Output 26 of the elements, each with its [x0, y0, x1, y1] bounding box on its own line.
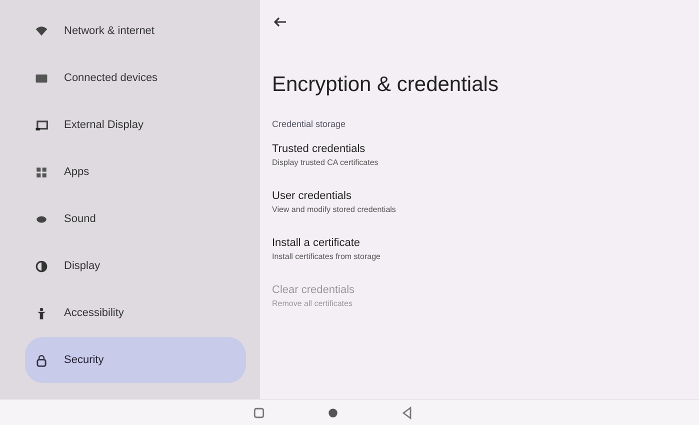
sidebar-item[interactable]: Sound — [25, 196, 246, 242]
person-icon — [35, 306, 48, 320]
preference-summary: Install certificates from storage — [272, 252, 380, 261]
sidebar-item[interactable]: Security — [25, 337, 246, 383]
wifi-icon — [35, 24, 48, 38]
sidebar-item[interactable]: Network & internet — [25, 8, 246, 54]
page-title: Encryption & credentials — [272, 73, 500, 97]
apps-icon — [35, 166, 48, 178]
sidebar-item[interactable]: External Display — [25, 102, 246, 148]
recents-button[interactable] — [252, 406, 266, 420]
sidebar-item[interactable]: Connected devices — [25, 55, 246, 101]
section-header: Credential storage — [272, 119, 347, 129]
sidebar-item[interactable]: Accessibility — [25, 290, 246, 336]
preference-summary: View and modify stored credentials — [272, 205, 396, 214]
preference-summary: Display trusted CA certificates — [272, 158, 378, 167]
cast-icon — [35, 118, 48, 132]
back-button[interactable] — [400, 406, 414, 420]
preference-summary: Remove all certificates — [272, 299, 354, 308]
lock-icon — [35, 354, 48, 366]
display-icon — [35, 260, 48, 272]
sidebar-item[interactable]: Display — [25, 243, 246, 289]
preference-title[interactable]: User credentials — [272, 190, 396, 202]
sidebar-item[interactable]: Apps — [25, 149, 246, 195]
preference-title[interactable]: Install a certificate — [272, 237, 380, 249]
preference-title[interactable]: Trusted credentials — [272, 143, 378, 155]
home-button[interactable] — [326, 406, 340, 420]
